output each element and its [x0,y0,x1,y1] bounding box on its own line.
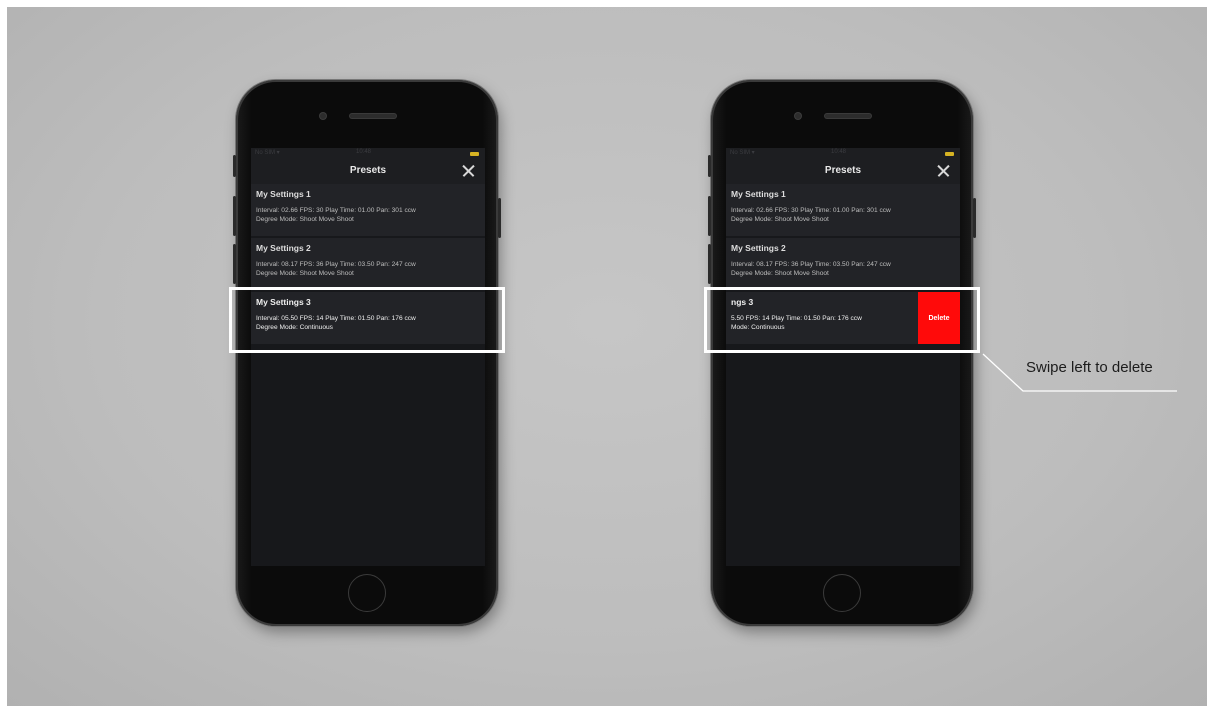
preset-item[interactable]: My Settings 2 Interval: 08.17 FPS: 36 Pl… [726,238,960,290]
close-icon[interactable] [936,163,952,179]
preset-details: Interval: 02.66 FPS: 30 Play Time: 01.00… [256,207,416,214]
preset-name: My Settings 2 [256,243,311,253]
phone-right: No SIM ▾ 10:48 Presets My Settings 1 Int… [708,80,976,626]
earpiece-speaker [350,114,396,118]
home-button[interactable] [823,574,861,612]
close-icon[interactable] [461,163,477,179]
volume-up-button [233,196,236,236]
page-title: Presets [349,165,387,176]
mute-switch [233,155,236,177]
preset-details: Interval: 02.66 FPS: 30 Play Time: 01.00… [731,207,891,214]
home-button[interactable] [348,574,386,612]
power-button [498,198,501,238]
front-camera [795,113,801,119]
preset-name: My Settings 1 [256,189,311,199]
callout-label: Swipe left to delete [1026,359,1153,376]
volume-up-button [708,196,711,236]
volume-down-button [233,244,236,284]
front-camera [320,113,326,119]
preset-item[interactable]: My Settings 1 Interval: 02.66 FPS: 30 Pl… [251,184,485,236]
screen: No SIM ▾ 10:48 Presets My Settings 1 Int… [251,148,485,566]
phone-left: No SIM ▾ 10:48 Presets My Settings 1 Int… [233,80,501,626]
preset-item[interactable]: My Settings 1 Interval: 02.66 FPS: 30 Pl… [726,184,960,236]
clock: 10:48 [356,149,372,155]
preset-mode: Degree Mode: Shoot Move Shoot [731,216,829,223]
volume-down-button [708,244,711,284]
power-button [973,198,976,238]
nav-bar: Presets [251,160,485,184]
status-bar: No SIM ▾ 10:48 [726,148,960,160]
mute-switch [708,155,711,177]
battery-icon [945,152,954,156]
clock: 10:48 [831,149,847,155]
highlight-box-left [229,287,505,353]
preset-details: Interval: 08.17 FPS: 36 Play Time: 03.50… [256,261,416,268]
preset-item[interactable]: My Settings 2 Interval: 08.17 FPS: 36 Pl… [251,238,485,290]
preset-mode: Degree Mode: Shoot Move Shoot [731,270,829,277]
page-title: Presets [824,165,862,176]
preset-name: My Settings 2 [731,243,786,253]
preset-name: My Settings 1 [731,189,786,199]
preset-details: Interval: 08.17 FPS: 36 Play Time: 03.50… [731,261,891,268]
preset-mode: Degree Mode: Shoot Move Shoot [256,216,354,223]
carrier-label: No SIM ▾ [730,150,755,156]
earpiece-speaker [825,114,871,118]
carrier-label: No SIM ▾ [255,150,280,156]
status-bar: No SIM ▾ 10:48 [251,148,485,160]
screen: No SIM ▾ 10:48 Presets My Settings 1 Int… [726,148,960,566]
nav-bar: Presets [726,160,960,184]
preset-mode: Degree Mode: Shoot Move Shoot [256,270,354,277]
highlight-box-right [704,287,980,353]
battery-icon [470,152,479,156]
